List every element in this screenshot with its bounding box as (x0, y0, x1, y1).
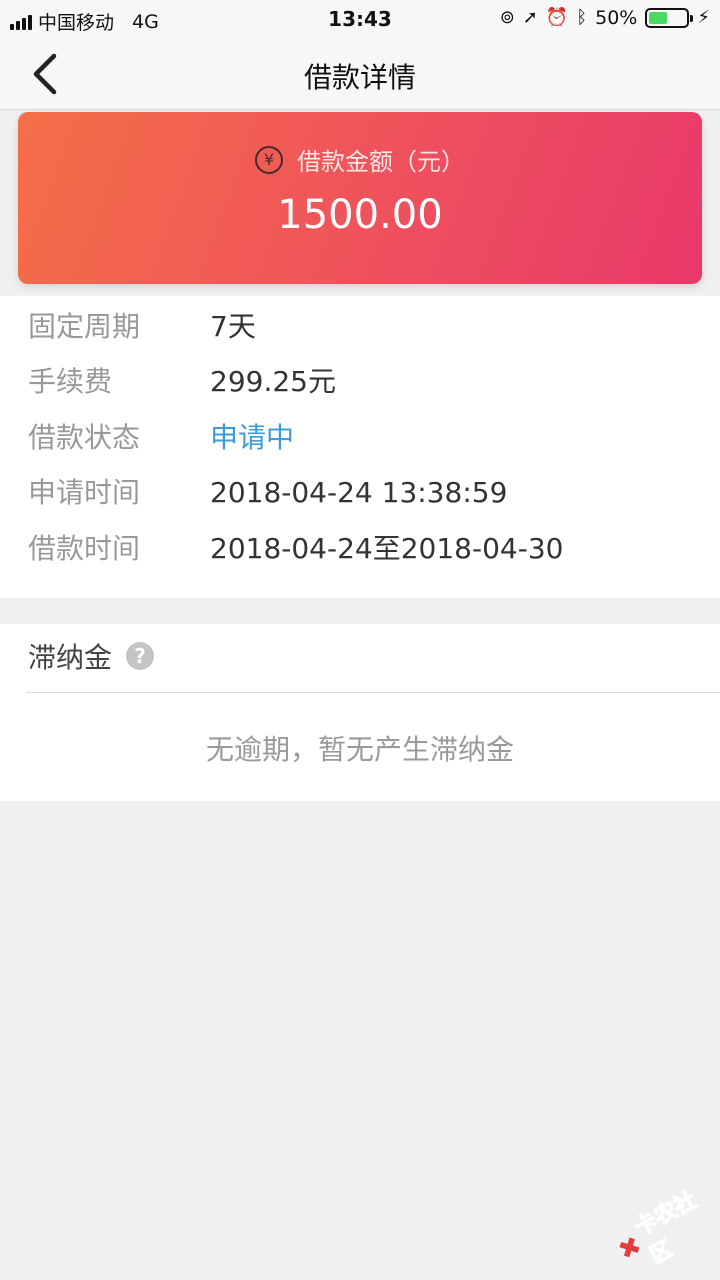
amount-value: 1500.00 (277, 192, 443, 238)
battery-icon (645, 8, 694, 28)
detail-value: 2018-04-24 13:38:59 (210, 476, 508, 509)
status-badge: 申请中 (210, 421, 295, 454)
amount-label-row: ¥ 借款金额（元） (18, 142, 702, 177)
detail-label: 申请时间 (28, 476, 141, 509)
detail-value: 2018-04-24至2018-04-30 (210, 532, 564, 565)
late-fee-section: 滞纳金 ? 无逾期，暂无产生滞纳金 (0, 624, 720, 801)
page-title: 借款详情 (303, 61, 416, 94)
status-bar: 中国移动 4G 13:43 ⊚ ➚ ⏰ ᛒ 50% ⚡ (0, 0, 720, 38)
yen-icon: ¥ (255, 145, 283, 174)
detail-row-status: 借款状态 申请中 (28, 418, 708, 458)
late-fee-title: 滞纳金 (28, 641, 113, 674)
detail-label: 固定周期 (28, 310, 141, 343)
detail-row-apply-time: 申请时间 2018-04-24 13:38:59 (28, 473, 708, 513)
detail-row-period: 固定周期 7天 (28, 307, 708, 347)
alarm-icon: ⏰ (545, 7, 569, 28)
late-fee-message: 无逾期，暂无产生滞纳金 (205, 733, 514, 766)
detail-label: 借款时间 (28, 532, 141, 565)
loan-details: 固定周期 7天 手续费 299.25元 借款状态 申请中 申请时间 2018-0… (0, 296, 720, 598)
charging-icon: ⚡ (697, 7, 710, 28)
detail-value: 7天 (210, 310, 256, 343)
location-icon: ➚ (522, 7, 538, 28)
watermark-logo: ✖ 卡农社区 (611, 1185, 720, 1272)
status-right: ⊚ ➚ ⏰ ᛒ 50% ⚡ (500, 7, 710, 29)
lock-rotation-icon: ⊚ (499, 7, 515, 28)
detail-value: 299.25元 (210, 365, 336, 398)
late-fee-header: 滞纳金 ? (28, 636, 155, 676)
amount-label: 借款金额（元） (297, 148, 465, 176)
divider (26, 692, 720, 693)
nav-bar: 借款详情 (0, 38, 720, 110)
bluetooth-icon: ᛒ (576, 7, 588, 28)
detail-row-fee: 手续费 299.25元 (28, 362, 708, 402)
loan-amount-card: ¥ 借款金额（元） 1500.00 (18, 112, 702, 284)
detail-row-loan-period: 借款时间 2018-04-24至2018-04-30 (28, 529, 708, 569)
help-icon[interactable]: ? (126, 642, 155, 670)
detail-label: 借款状态 (28, 421, 141, 454)
detail-label: 手续费 (28, 365, 113, 398)
battery-fill (649, 12, 668, 24)
battery-percent: 50% (595, 7, 638, 29)
